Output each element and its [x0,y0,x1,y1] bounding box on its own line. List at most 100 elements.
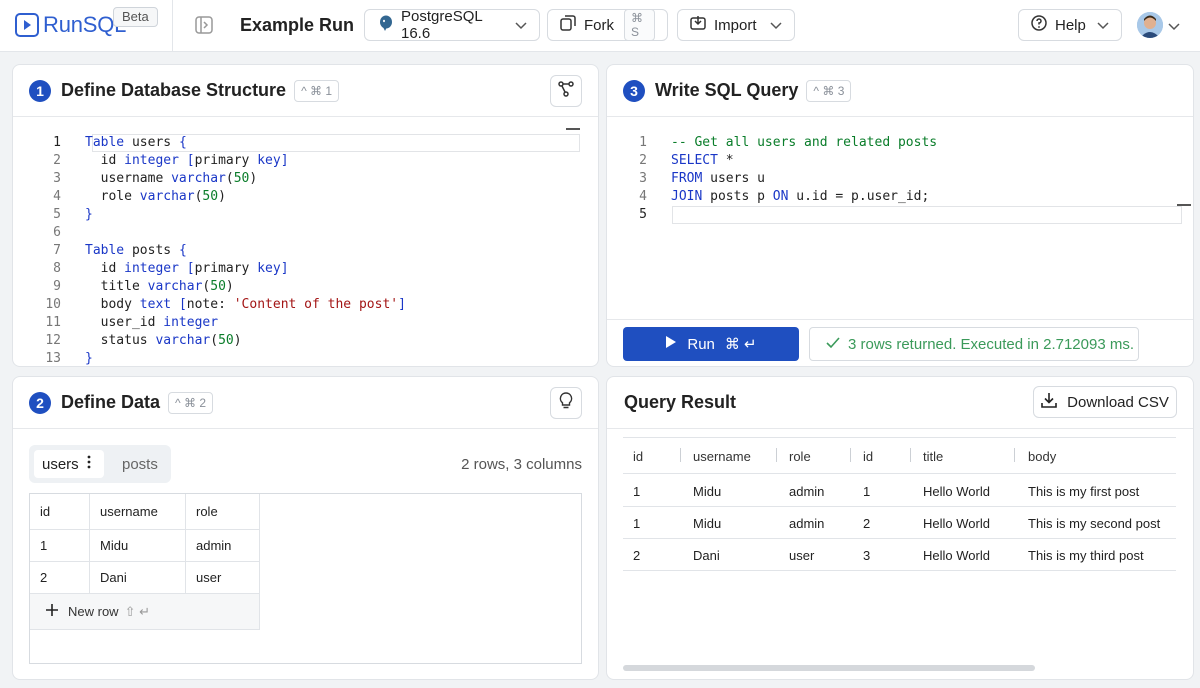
code-line: 6 [53,225,61,240]
run-label: Run [687,335,715,353]
code-line: 3 username varchar(50) [53,171,258,186]
column-header[interactable]: username [90,494,186,530]
play-icon [665,335,677,353]
table-cell[interactable]: 1 [30,530,90,562]
row-count: 2 rows, 3 columns [461,456,582,473]
beta-badge: Beta [113,7,158,27]
divider [623,473,1176,474]
code-line: 4 JOIN posts p ON u.id = p.user_id; [639,189,930,204]
code-line: 7 Table posts { [53,243,187,258]
code-line: 13} [45,351,93,366]
data-panel: 2 Define Data ^ ⌘ 2 users posts 2 rows, … [12,376,599,680]
table-cell[interactable]: admin [186,530,260,562]
column-resize-handle[interactable] [776,448,777,462]
table-cell: Dani [693,548,720,563]
code-line: 4 role varchar(50) [53,189,226,204]
chevron-down-icon[interactable] [1168,18,1180,36]
import-label: Import [714,16,757,34]
table-cell: 2 [863,516,871,531]
help-button[interactable]: Help [1018,9,1122,41]
lightbulb-icon [558,391,574,415]
column-header[interactable]: role [186,494,260,530]
code-line: 2 id integer [primary key] [53,153,289,168]
table-cell: Hello World [923,484,990,499]
table-cell[interactable]: Midu [90,530,186,562]
table-cell: 3 [863,548,871,563]
download-icon [1041,392,1057,412]
step-number: 1 [29,79,51,102]
logo-icon [15,13,39,37]
column-resize-handle[interactable] [1014,448,1015,462]
panel-title: Write SQL Query [655,80,799,100]
column-resize-handle[interactable] [680,448,681,462]
results-panel-header: Query Result Download CSV [607,377,1193,429]
divider [172,0,173,52]
fork-shortcut: ⌘ S [624,9,655,41]
step-number: 2 [29,391,51,414]
suggest-button[interactable] [550,387,582,419]
column-header[interactable]: id [30,494,90,530]
chevron-down-icon [1097,17,1109,34]
status-text: 3 rows returned. Executed in 2.712093 ms… [848,335,1134,353]
import-button[interactable]: Import [677,9,795,41]
app-logo[interactable]: RunSQL [15,12,126,38]
diagram-icon [557,80,575,103]
column-resize-handle[interactable] [850,448,851,462]
table-cell: This is my third post [1028,548,1144,563]
code-line: 3 FROM users u [639,171,765,186]
tab-label: users [42,455,79,473]
sidebar-toggle-icon[interactable] [194,15,214,35]
download-csv-button[interactable]: Download CSV [1033,386,1177,418]
panel-shortcut: ^ ⌘ 2 [168,391,214,414]
panel-title: Define Database Structure [61,80,287,100]
fork-button[interactable]: Fork ⌘ S [547,9,668,41]
run-button[interactable]: Run ⌘ ↵ [623,327,799,361]
column-header: body [1028,449,1057,464]
horizontal-scrollbar[interactable] [623,665,1035,671]
schema-editor[interactable]: 1 Table users { 2 id integer [primary key… [21,134,406,366]
postgres-icon [377,14,395,36]
column-header: id [863,449,874,464]
new-row-button[interactable]: New row ⇧ ↵ [30,594,260,630]
help-label: Help [1055,16,1086,34]
tab-users[interactable]: users [34,450,104,478]
column-header: id [633,449,644,464]
divider [623,506,1176,507]
avatar[interactable] [1137,12,1163,38]
diagram-button[interactable] [550,75,582,107]
panel-title: Define Data [61,392,161,412]
run-title[interactable]: Example Run [240,15,354,36]
code-line: 10 body text [note: 'Content of the post… [45,297,406,312]
code-line: 8 id integer [primary key] [53,261,289,276]
table-cell: 1 [633,484,641,499]
table-cell[interactable]: 2 [30,562,90,594]
table-cell: Hello World [923,516,990,531]
structure-panel: 1 Define Database Structure ^ ⌘ 1 1 Table… [12,64,599,367]
import-icon [690,15,706,35]
code-line: 1 -- Get all users and related posts [639,135,938,150]
scroll-indicator[interactable] [1177,204,1191,206]
table-cell: Midu [693,516,722,531]
data-grid: id username role 1 Midu admin 2 Dani use… [29,493,582,664]
more-vertical-icon[interactable] [87,455,91,473]
table-cell[interactable]: user [186,562,260,594]
code-line: 9 title varchar(50) [53,279,234,294]
column-resize-handle[interactable] [910,448,911,462]
query-panel-header: 3 Write SQL Query ^ ⌘ 3 [607,65,1193,117]
table-cell: 1 [633,516,641,531]
new-row-shortcut: ⇧ ↵ [124,603,150,619]
table-cell[interactable]: Dani [90,562,186,594]
scroll-indicator[interactable] [566,128,580,130]
sql-editor[interactable]: 1 -- Get all users and related posts 2 SEL… [607,134,937,224]
table-cell: user [789,548,815,563]
table-cell: admin [789,516,825,531]
tab-posts[interactable]: posts [122,456,158,473]
panel-shortcut: ^ ⌘ 1 [294,79,340,102]
database-select-value: PostgreSQL 16.6 [401,8,483,42]
chevron-down-icon [770,17,782,34]
new-row-label: New row [68,604,119,619]
divider [623,570,1176,571]
run-shortcut: ⌘ ↵ [724,336,757,353]
column-header: title [923,449,944,464]
database-select[interactable]: PostgreSQL 16.6 [364,8,540,42]
